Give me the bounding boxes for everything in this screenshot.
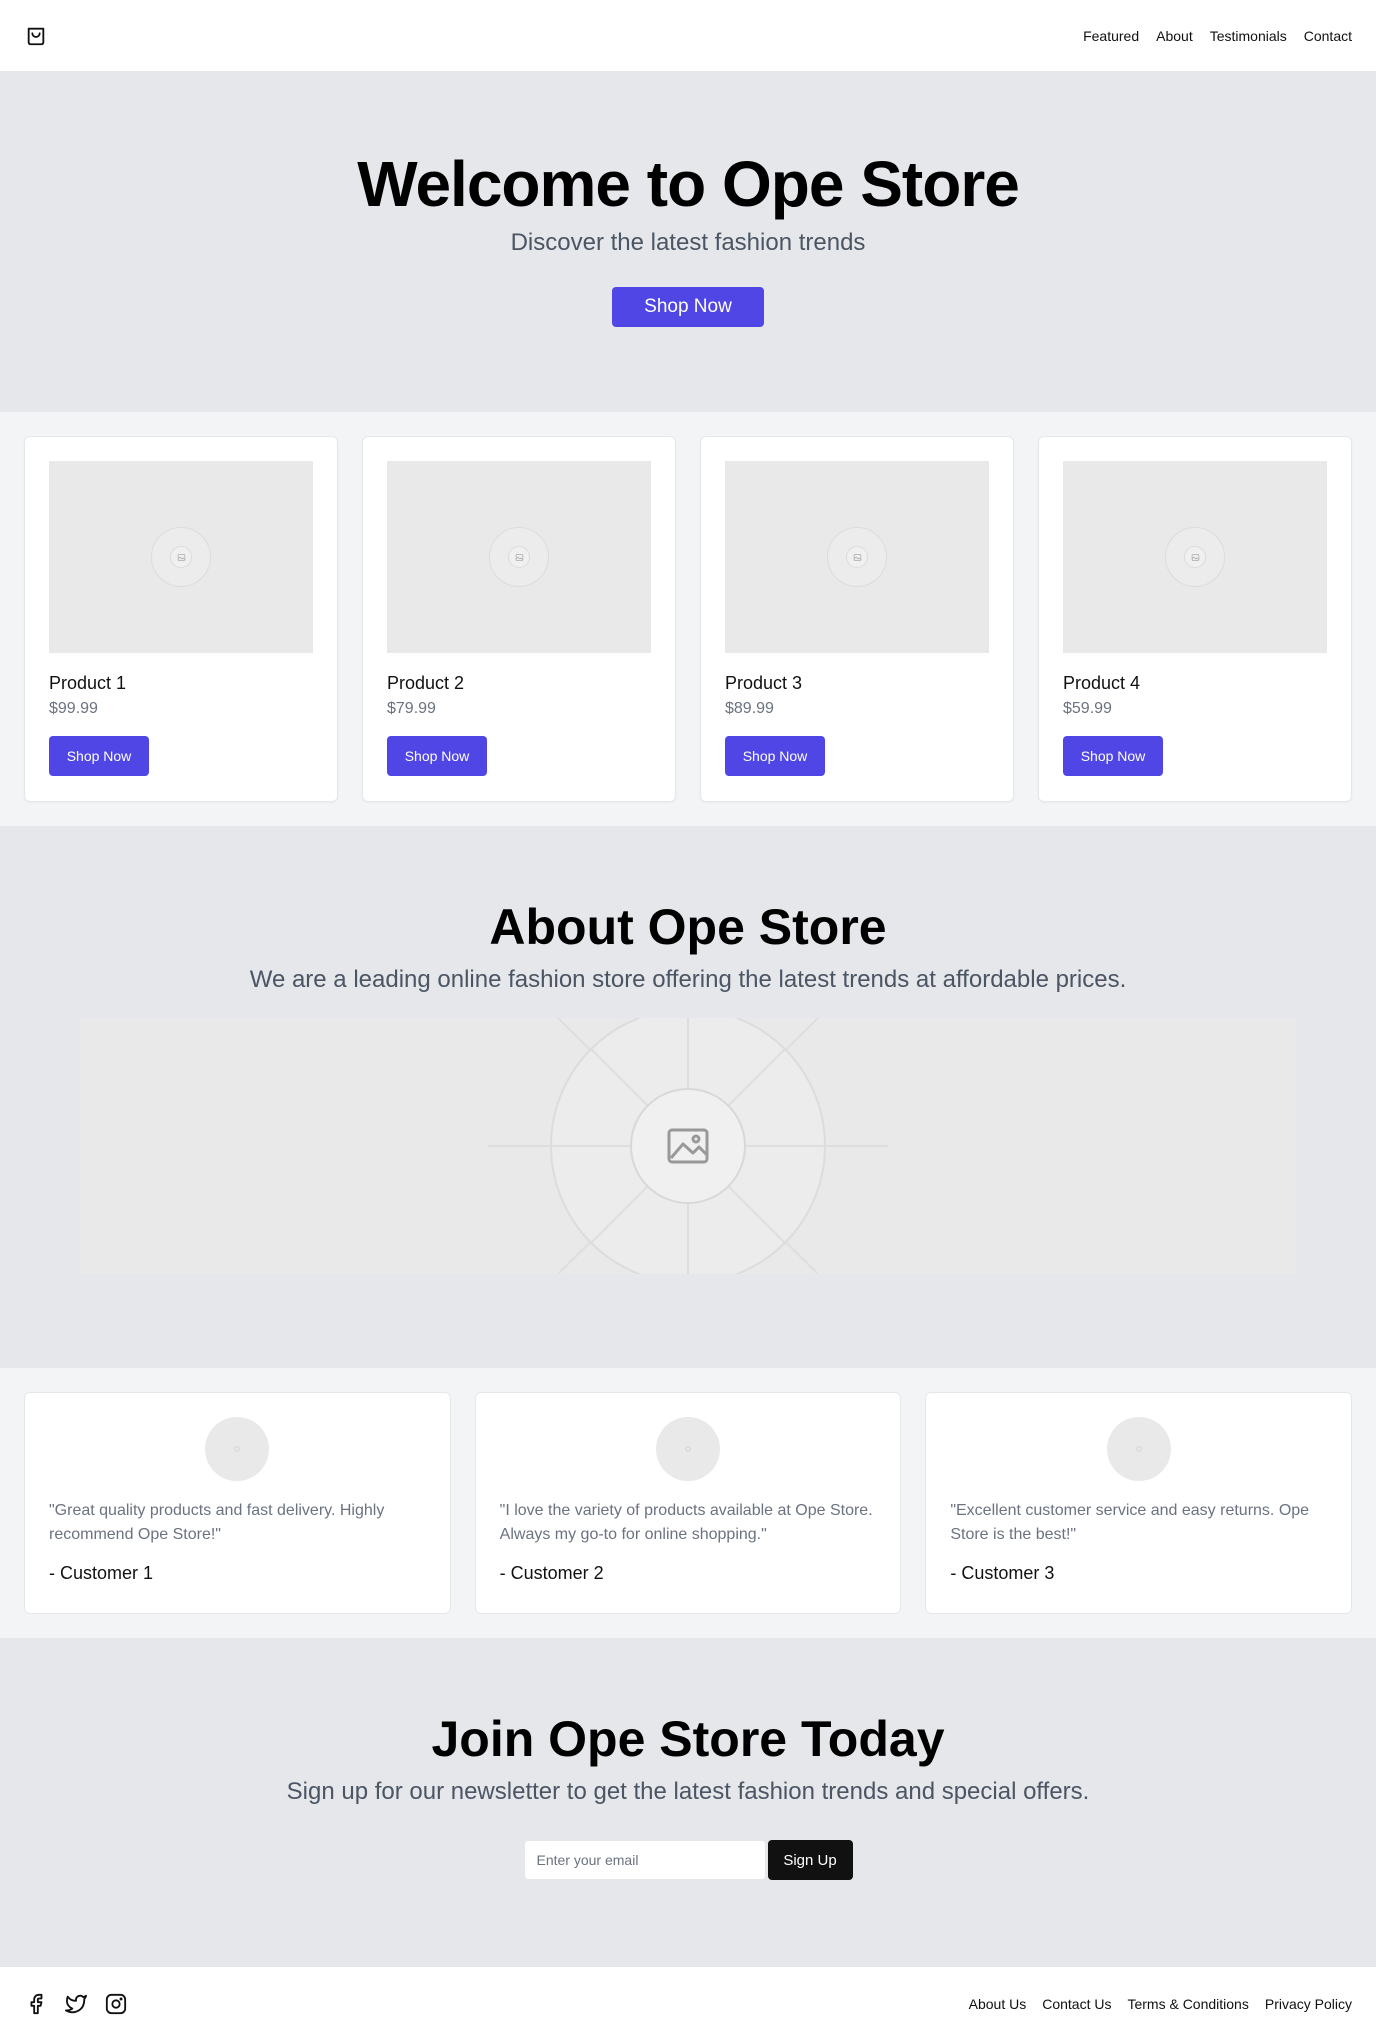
product-card: Product 1 $99.99 Shop Now <box>24 436 338 802</box>
testimonial-author: - Customer 1 <box>49 1563 154 1583</box>
product-card: Product 3 $89.99 Shop Now <box>700 436 1014 802</box>
hero-title: Welcome to Ope Store <box>357 148 1020 220</box>
newsletter-text: Sign up for our newsletter to get the la… <box>286 1778 1090 1805</box>
footer-link-terms[interactable]: Terms & Conditions <box>1127 1996 1248 2012</box>
twitter-icon[interactable] <box>64 1992 88 2016</box>
product-image-placeholder <box>725 461 989 653</box>
testimonial-quote: "Excellent customer service and easy ret… <box>950 1502 1310 1543</box>
product-name: Product 3 <box>725 673 803 693</box>
shopping-bag-icon[interactable] <box>24 24 48 48</box>
avatar <box>1106 1417 1171 1481</box>
footer-links: About Us Contact Us Terms & Conditions P… <box>969 1996 1352 2012</box>
product-price: $99.99 <box>49 700 98 717</box>
email-input[interactable] <box>523 1840 766 1880</box>
product-price: $89.99 <box>725 700 774 717</box>
product-shop-now-button[interactable]: Shop Now <box>725 736 825 776</box>
site-footer: About Us Contact Us Terms & Conditions P… <box>0 1966 1376 2040</box>
hero-subtitle: Discover the latest fashion trends <box>510 229 866 256</box>
image-icon <box>827 527 887 587</box>
sign-up-button[interactable]: Sign Up <box>767 1840 853 1880</box>
avatar <box>205 1417 270 1481</box>
image-placeholder-graphic <box>488 1018 888 1274</box>
testimonial-card: "Excellent customer service and easy ret… <box>925 1392 1352 1614</box>
site-header: Featured About Testimonials Contact <box>0 0 1376 72</box>
newsletter-title: Join Ope Store Today <box>431 1711 945 1767</box>
product-shop-now-button[interactable]: Shop Now <box>49 736 149 776</box>
nav-testimonials[interactable]: Testimonials <box>1210 28 1287 44</box>
main-nav: Featured About Testimonials Contact <box>1083 28 1352 44</box>
product-name: Product 1 <box>49 673 127 693</box>
testimonial-card: "I love the variety of products availabl… <box>474 1392 902 1614</box>
product-price: $79.99 <box>387 700 436 717</box>
testimonial-card: "Great quality products and fast deliver… <box>24 1392 451 1614</box>
nav-featured[interactable]: Featured <box>1083 28 1139 44</box>
image-icon <box>1165 527 1225 587</box>
about-image-placeholder <box>80 1018 1296 1274</box>
testimonials-section: "Great quality products and fast deliver… <box>0 1368 1376 1638</box>
hero-shop-now-button[interactable]: Shop Now <box>612 287 764 327</box>
product-shop-now-button[interactable]: Shop Now <box>387 736 487 776</box>
footer-link-about-us[interactable]: About Us <box>969 1996 1027 2012</box>
product-image-placeholder <box>1063 461 1327 653</box>
about-title: About Ope Store <box>489 899 887 955</box>
image-icon <box>489 527 549 587</box>
nav-contact[interactable]: Contact <box>1304 28 1352 44</box>
about-text: We are a leading online fashion store of… <box>249 966 1127 993</box>
product-shop-now-button[interactable]: Shop Now <box>1063 736 1163 776</box>
testimonial-quote: "Great quality products and fast deliver… <box>49 1502 385 1543</box>
about-section: About Ope Store We are a leading online … <box>0 826 1376 1368</box>
social-links <box>24 1992 128 2016</box>
nav-about[interactable]: About <box>1156 28 1193 44</box>
newsletter-section: Join Ope Store Today Sign up for our new… <box>0 1638 1376 1966</box>
hero-section: Welcome to Ope Store Discover the latest… <box>0 72 1376 412</box>
image-icon <box>151 527 211 587</box>
footer-link-privacy[interactable]: Privacy Policy <box>1265 1996 1352 2012</box>
featured-section: Product 1 $99.99 Shop Now Product 2 $79.… <box>0 412 1376 826</box>
instagram-icon[interactable] <box>104 1992 128 2016</box>
avatar <box>655 1417 720 1481</box>
product-name: Product 4 <box>1063 673 1141 693</box>
facebook-icon[interactable] <box>24 1992 48 2016</box>
product-card: Product 4 $59.99 Shop Now <box>1038 436 1352 802</box>
product-image-placeholder <box>387 461 651 653</box>
product-name: Product 2 <box>387 673 465 693</box>
product-image-placeholder <box>49 461 313 653</box>
footer-link-contact-us[interactable]: Contact Us <box>1042 1996 1111 2012</box>
testimonial-author: - Customer 3 <box>950 1563 1055 1583</box>
product-price: $59.99 <box>1063 700 1112 717</box>
product-card: Product 2 $79.99 Shop Now <box>362 436 676 802</box>
testimonial-author: - Customer 2 <box>499 1563 604 1583</box>
signup-form: Sign Up <box>523 1840 853 1880</box>
testimonial-quote: "I love the variety of products availabl… <box>499 1502 873 1543</box>
